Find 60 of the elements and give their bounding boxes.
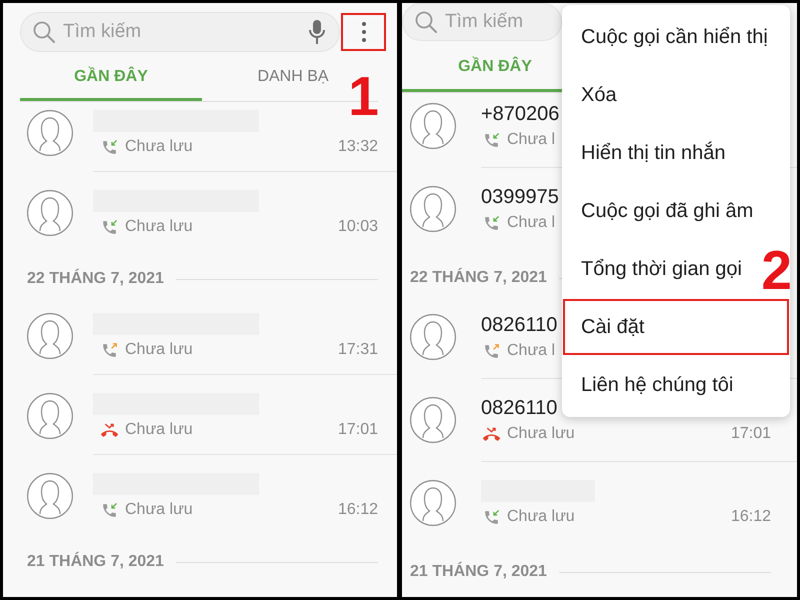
call-time: 13:32 [338,138,378,156]
menu-item[interactable]: Cuộc gọi đã ghi âm [562,182,790,240]
avatar-icon [27,313,73,359]
avatar-icon [27,393,73,439]
contact-status: Chưa l [507,131,556,149]
avatar-icon [410,186,456,232]
incoming-call-icon [483,508,500,526]
incoming-call-icon [483,132,500,148]
avatar-icon [410,397,456,443]
search-field[interactable]: Tìm kiếm [402,3,562,41]
phone-number: 0826110 [481,314,558,336]
incoming-call-icon [101,502,118,518]
menu-item[interactable]: Cài đặt [562,298,790,356]
contact-status: Chưa lưu [507,425,575,443]
avatar-icon [27,110,73,156]
date-header: 21 THÁNG 7, 2021 [27,553,164,571]
microphone-icon[interactable] [309,20,325,44]
call-time: 17:31 [338,341,378,359]
menu-item[interactable]: Liên hệ chúng tôi [562,356,790,414]
call-time: 17:01 [730,425,771,443]
call-time: 10:03 [338,218,378,236]
search-field[interactable]: Tìm kiếm [20,12,340,52]
contact-status: Chưa lưu [125,341,193,359]
phone-number: +870206 [481,103,560,125]
search-icon [33,21,55,43]
phone-number: 0826110 [481,397,558,419]
incoming-call-icon [101,218,118,236]
date-header: 22 THÁNG 7, 2021 [410,269,547,287]
search-icon [415,11,437,33]
contact-status: Chưa l [507,342,556,360]
phone-number: 0399975 [481,186,559,208]
call-time: 16:12 [730,508,771,526]
contact-status: Chưa l [507,214,556,232]
more-options-button[interactable] [341,13,386,51]
contact-status: Chưa lưu [125,218,193,236]
step-number: 2 [761,243,792,298]
avatar-icon [410,480,456,526]
missed-call-icon [101,422,118,438]
menu-item[interactable]: Xóa [562,66,790,124]
outgoing-call-icon [101,342,118,358]
step-number: 1 [347,69,380,124]
menu-item[interactable]: Cuộc gọi cần hiển thị [562,8,790,66]
more-options-icon [362,22,366,42]
outgoing-call-icon [483,342,500,360]
contact-status: Chưa lưu [125,421,193,439]
avatar-icon [410,314,456,360]
contact-status: Chưa lưu [125,138,193,156]
missed-call-icon [483,426,500,442]
contact-status: Chưa lưu [507,508,575,526]
date-header: 22 THÁNG 7, 2021 [27,270,164,288]
call-time: 16:12 [338,501,378,519]
date-header: 21 THÁNG 7, 2021 [410,563,547,581]
incoming-call-icon [101,138,118,156]
contact-status: Chưa lưu [125,501,193,519]
avatar-icon [410,103,456,149]
menu-item[interactable]: Hiển thị tin nhắn [562,124,790,182]
avatar-icon [27,473,73,519]
incoming-call-icon [483,214,500,232]
avatar-icon [27,190,73,236]
call-time: 17:01 [338,421,378,439]
